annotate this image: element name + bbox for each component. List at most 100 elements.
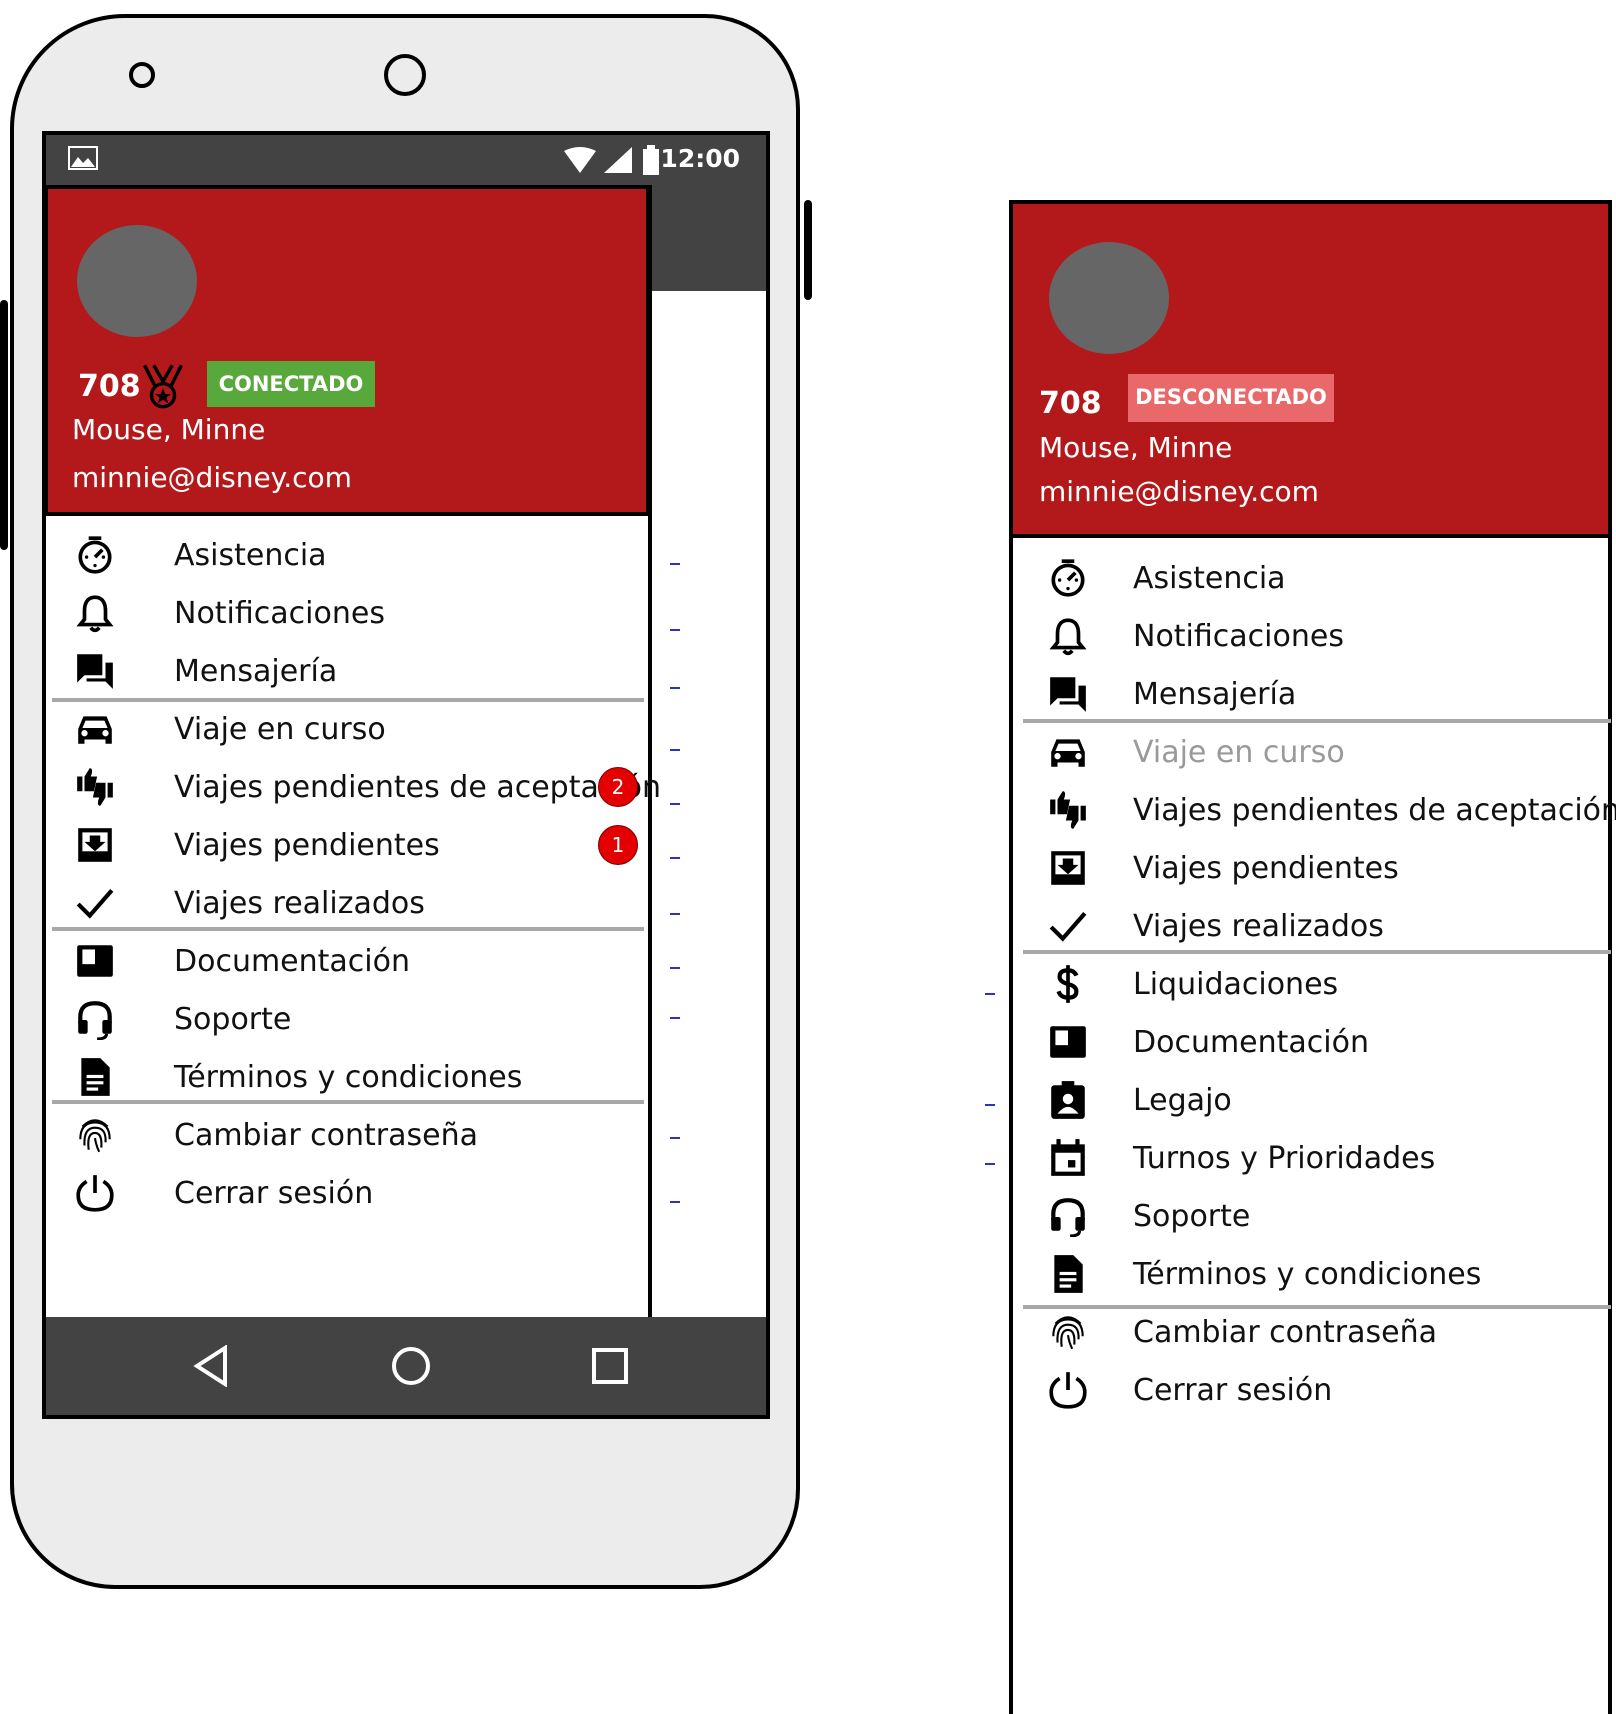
menu-item-cerrar-sesion[interactable]: Cerrar sesión	[70, 1165, 630, 1221]
menu-item-cambiar-contrasena[interactable]: Cambiar contraseña	[1043, 1304, 1603, 1360]
fingerprint-icon	[1047, 1311, 1089, 1353]
menu-divider	[1023, 950, 1611, 954]
menu-item-pendientes[interactable]: Viajes pendientes	[1043, 840, 1603, 896]
document-icon	[1047, 1253, 1089, 1295]
link-marker	[670, 913, 680, 915]
menu-item-soporte[interactable]: Soporte	[1043, 1188, 1603, 1244]
status-badge[interactable]: DESCONECTADO	[1128, 374, 1334, 422]
check-icon	[74, 882, 116, 924]
link-marker	[985, 993, 995, 995]
power-button	[804, 200, 812, 300]
menu-item-realizados[interactable]: Viajes realizados	[70, 875, 630, 931]
check-icon	[1047, 905, 1089, 947]
user-name: Mouse, Minne	[72, 413, 266, 446]
link-marker	[985, 1104, 995, 1106]
user-email: minnie@disney.com	[1039, 475, 1319, 508]
menu-item-notificaciones[interactable]: Notificaciones	[70, 585, 630, 641]
dollar-icon	[1047, 963, 1089, 1005]
menu-item-terminos[interactable]: Términos y condiciones	[1043, 1246, 1603, 1302]
inbox-icon	[74, 824, 116, 866]
driver-id: 708	[78, 369, 141, 404]
link-marker	[670, 629, 680, 631]
phone-screen: 12:00 708 CONECTADO Mouse, Minne minnie@…	[42, 131, 770, 1419]
book-icon	[74, 940, 116, 982]
menu-item-viaje-en-curso[interactable]: Viaje en curso	[70, 701, 630, 757]
document-icon	[74, 1056, 116, 1098]
link-marker	[670, 563, 680, 565]
home-icon[interactable]	[390, 1345, 432, 1387]
chat-icon	[1047, 673, 1089, 715]
menu-item-viaje-en-curso: Viaje en curso	[1043, 724, 1603, 780]
thumbs-icon	[1047, 789, 1089, 831]
avatar[interactable]	[77, 225, 197, 337]
clock: 12:00	[660, 144, 740, 173]
menu-item-documentacion[interactable]: Documentación	[1043, 1014, 1603, 1070]
link-marker	[670, 1201, 680, 1203]
menu-item-liquidaciones[interactable]: Liquidaciones	[1043, 956, 1603, 1012]
menu-item-cerrar-sesion[interactable]: Cerrar sesión	[1043, 1362, 1603, 1418]
navigation-drawer: 708 CONECTADO Mouse, Minne minnie@disney…	[46, 185, 661, 1333]
driver-id: 708	[1039, 386, 1102, 421]
gallery-icon	[68, 146, 98, 170]
menu-item-mensajeria[interactable]: Mensajería	[1043, 666, 1603, 722]
signal-icon	[604, 147, 632, 173]
camera	[384, 54, 426, 96]
menu-item-pendientes-aceptacion[interactable]: Viajes pendientes de aceptación	[1043, 782, 1616, 838]
drawer-header: 708 DESCONECTADO Mouse, Minne minnie@dis…	[1009, 200, 1612, 538]
bell-icon	[1047, 615, 1089, 657]
menu-divider	[52, 927, 644, 931]
link-marker	[670, 803, 680, 805]
menu-item-pendientes[interactable]: Viajes pendientes 1	[70, 817, 640, 873]
sensor	[129, 62, 155, 88]
thumbs-icon	[74, 766, 116, 808]
menu-item-soporte[interactable]: Soporte	[70, 991, 630, 1047]
power-icon	[1047, 1369, 1089, 1411]
menu-item-cambiar-contrasena[interactable]: Cambiar contraseña	[70, 1107, 630, 1163]
user-name: Mouse, Minne	[1039, 431, 1233, 464]
timer-icon	[74, 534, 116, 576]
link-marker	[670, 687, 680, 689]
app-bar	[648, 185, 766, 291]
menu-item-mensajeria[interactable]: Mensajería	[70, 643, 630, 699]
calendar-icon	[1047, 1137, 1089, 1179]
bell-icon	[74, 592, 116, 634]
back-icon[interactable]	[191, 1345, 231, 1387]
link-marker	[670, 1017, 680, 1019]
volume-button	[0, 300, 8, 550]
wifi-icon	[564, 147, 596, 173]
inbox-icon	[1047, 847, 1089, 889]
link-marker	[670, 1137, 680, 1139]
menu-item-asistencia[interactable]: Asistencia	[70, 527, 630, 583]
link-marker	[670, 967, 680, 969]
link-marker	[670, 857, 680, 859]
power-icon	[74, 1172, 116, 1214]
link-marker	[985, 1163, 995, 1165]
menu-divider	[52, 1100, 644, 1104]
menu-item-legajo[interactable]: Legajo	[1043, 1072, 1603, 1128]
drawer-header: 708 CONECTADO Mouse, Minne minnie@disney…	[46, 185, 650, 516]
recents-icon[interactable]	[591, 1347, 629, 1385]
user-email: minnie@disney.com	[72, 461, 352, 494]
menu-item-turnos[interactable]: Turnos y Prioridades	[1043, 1130, 1603, 1186]
menu-divider	[1023, 719, 1611, 723]
headset-icon	[74, 998, 116, 1040]
menu-item-documentacion[interactable]: Documentación	[70, 933, 630, 989]
battery-icon	[643, 145, 659, 175]
menu-item-terminos[interactable]: Términos y condiciones	[70, 1049, 630, 1105]
pending-count: 1	[598, 825, 638, 865]
pending-acceptance-count: 2	[598, 767, 638, 807]
menu-item-asistencia[interactable]: Asistencia	[1043, 550, 1603, 606]
avatar[interactable]	[1049, 242, 1169, 354]
fingerprint-icon	[74, 1114, 116, 1156]
car-icon	[1047, 731, 1089, 773]
chat-icon	[74, 650, 116, 692]
menu-item-pendientes-aceptacion[interactable]: Viajes pendientes de aceptación 2	[70, 759, 661, 815]
menu-item-notificaciones[interactable]: Notificaciones	[1043, 608, 1603, 664]
menu-item-realizados[interactable]: Viajes realizados	[1043, 898, 1603, 954]
timer-icon	[1047, 557, 1089, 599]
status-badge[interactable]: CONECTADO	[207, 361, 375, 407]
badge-icon	[1047, 1079, 1089, 1121]
headset-icon	[1047, 1195, 1089, 1237]
android-nav-bar	[46, 1317, 766, 1415]
medal-icon	[140, 363, 186, 409]
